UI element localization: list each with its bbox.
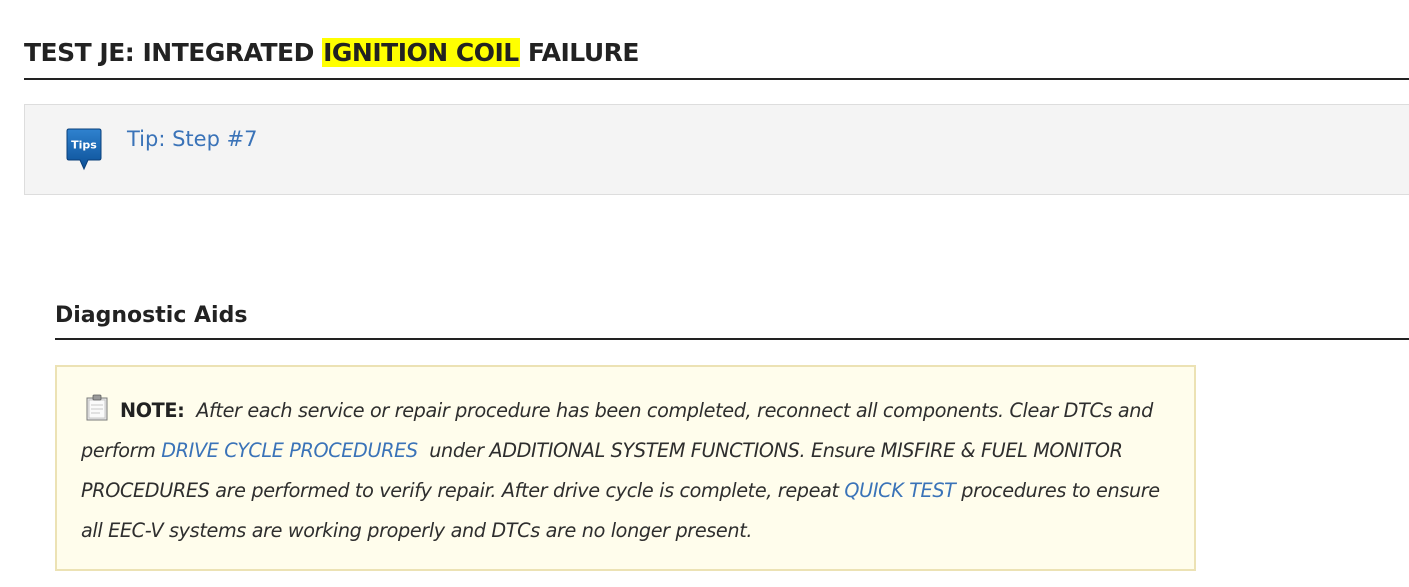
- title-highlight: IGNITION COIL: [322, 38, 520, 67]
- tips-icon-label: Tips: [71, 139, 97, 152]
- diagnostic-aids-divider: [55, 338, 1409, 340]
- diagnostic-aids-heading: Diagnostic Aids: [55, 303, 248, 328]
- tips-icon: Tips: [66, 128, 102, 172]
- tip-box: Tips Tip: Step #7: [24, 104, 1409, 195]
- title-divider: [24, 78, 1409, 80]
- note-label: NOTE:: [120, 399, 185, 422]
- note-box: NOTE: After each service or repair proce…: [55, 365, 1196, 571]
- drive-cycle-procedures-link[interactable]: DRIVE CYCLE PROCEDURES: [161, 439, 418, 462]
- note-text: NOTE: After each service or repair proce…: [81, 391, 1176, 551]
- page-title: TEST JE: INTEGRATED IGNITION COIL FAILUR…: [24, 38, 1409, 67]
- title-suffix: FAILURE: [519, 38, 640, 67]
- tip-step-link[interactable]: Tip: Step #7: [127, 127, 258, 151]
- quick-test-link[interactable]: QUICK TEST: [844, 479, 955, 502]
- page: TEST JE: INTEGRATED IGNITION COIL FAILUR…: [0, 0, 1409, 587]
- title-prefix: TEST JE: INTEGRATED: [24, 38, 323, 67]
- note-icon: [85, 394, 109, 421]
